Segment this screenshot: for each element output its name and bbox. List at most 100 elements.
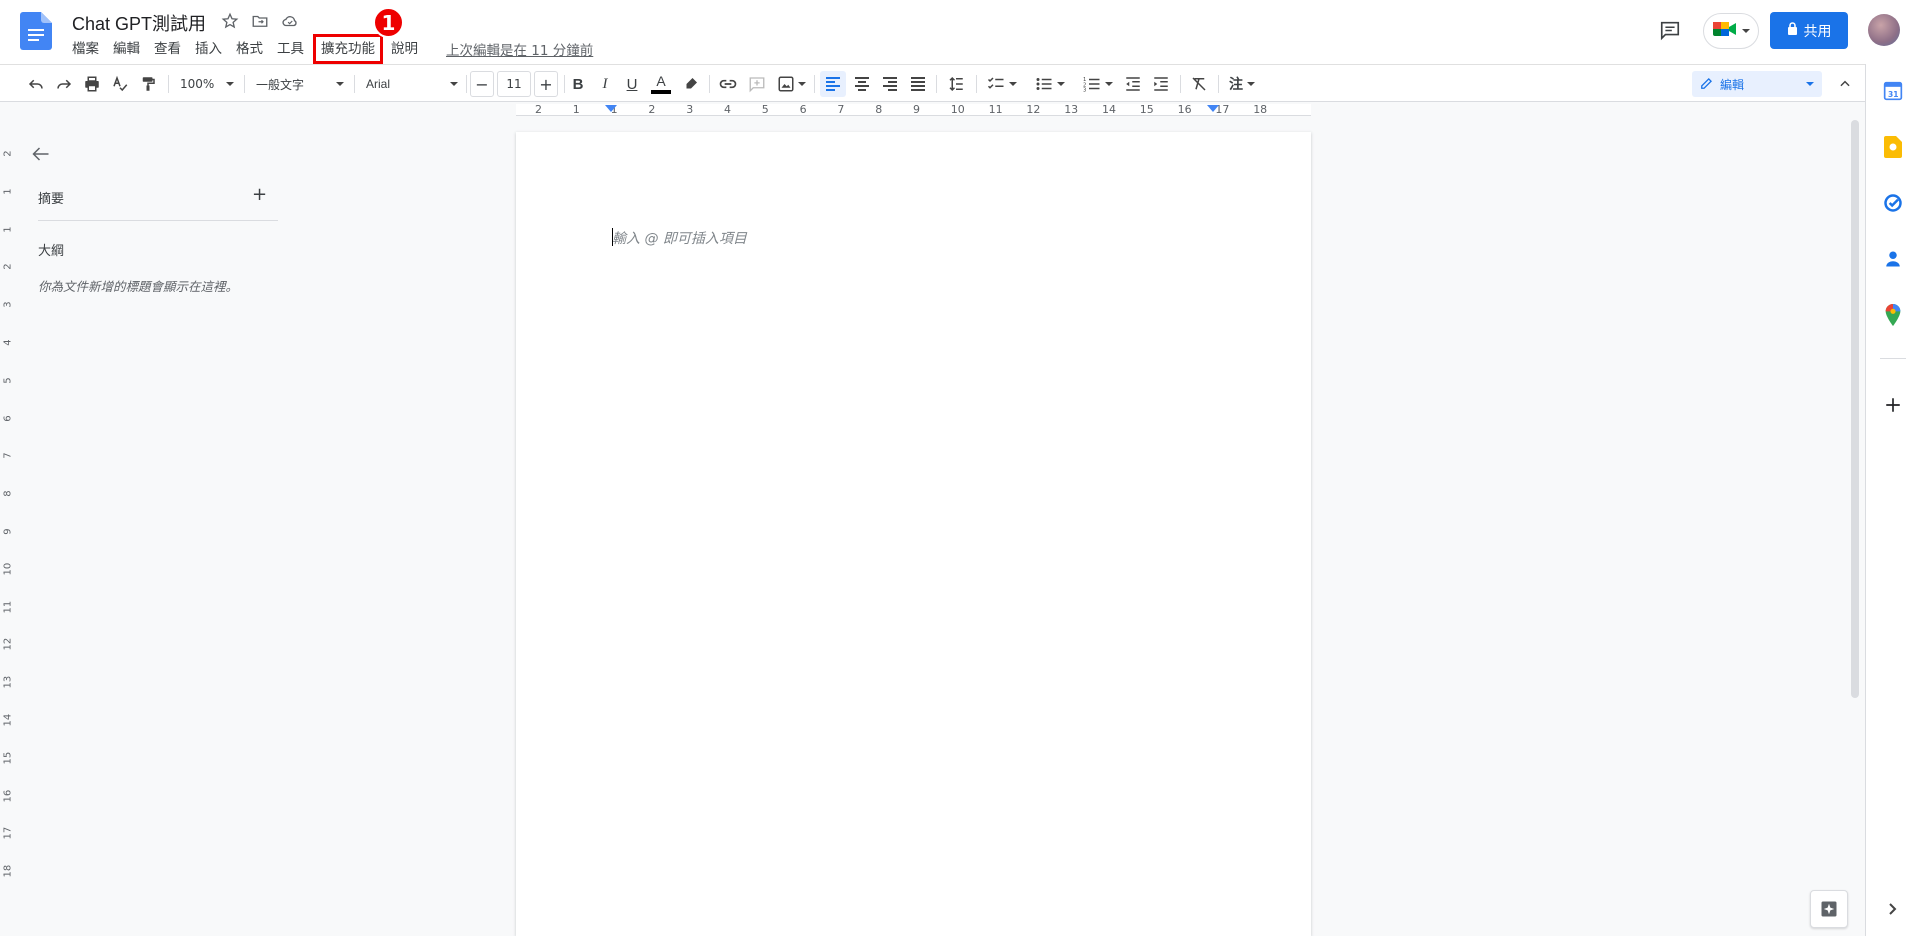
share-button[interactable]: 共用 — [1770, 12, 1848, 49]
align-right-icon[interactable] — [877, 71, 903, 97]
italic-icon[interactable]: I — [593, 71, 617, 97]
tasks-icon[interactable] — [1880, 190, 1906, 216]
ruler-tick-label: 9 — [913, 103, 920, 116]
svg-text:31: 31 — [1888, 90, 1898, 99]
print-icon[interactable] — [80, 71, 104, 97]
star-icon[interactable] — [219, 10, 241, 32]
justify-icon[interactable] — [905, 71, 931, 97]
menu-format[interactable]: 格式 — [236, 38, 263, 60]
vruler-tick-label: 16 — [2, 789, 14, 803]
spellcheck-icon[interactable] — [108, 71, 132, 97]
numbered-list-icon[interactable]: 123 — [1078, 71, 1118, 97]
indent-decrease-icon[interactable] — [1120, 71, 1146, 97]
app-header: Chat GPT測試用 檔案 編輯 查看 插入 格式 工具 擴充功能 說明 1 … — [0, 0, 1920, 64]
vruler-tick-label: 1 — [2, 225, 14, 233]
horizontal-ruler[interactable]: 2 1 1 2 3 4 5 6 7 8 9 10 11 12 13 14 15 16 17 18 — [0, 102, 1865, 118]
ruler-tick-label: 10 — [950, 103, 965, 116]
meet-button[interactable] — [1703, 13, 1759, 49]
menu-file[interactable]: 檔案 — [72, 38, 99, 60]
rail-divider — [1880, 358, 1906, 359]
avatar[interactable] — [1868, 14, 1900, 46]
doc-title[interactable]: Chat GPT測試用 — [72, 10, 206, 36]
align-center-icon[interactable] — [849, 71, 875, 97]
back-arrow-icon[interactable] — [32, 146, 50, 166]
last-edit-link[interactable]: 上次編輯是在 11 分鐘前 — [446, 39, 593, 59]
zoom-select[interactable]: 100% — [176, 71, 238, 97]
bold-icon[interactable]: B — [566, 71, 590, 97]
vruler-tick-label: 8 — [2, 490, 14, 497]
cloud-status-icon[interactable] — [279, 10, 301, 32]
ruler-tick-label: 14 — [1102, 103, 1116, 116]
menu-tools[interactable]: 工具 — [277, 38, 304, 60]
step-badge: 1 — [373, 7, 404, 38]
expand-icon[interactable] — [1880, 896, 1906, 922]
vruler-tick-label: 3 — [2, 301, 14, 308]
menu-insert[interactable]: 插入 — [195, 38, 222, 60]
lock-icon — [1787, 22, 1798, 39]
redo-icon[interactable] — [52, 71, 76, 97]
move-folder-icon[interactable] — [249, 10, 271, 32]
keep-icon[interactable] — [1880, 134, 1906, 160]
ruler-tick-label: 12 — [1026, 103, 1041, 116]
indent-increase-icon[interactable] — [1148, 71, 1174, 97]
svg-text:3: 3 — [1083, 88, 1086, 94]
maps-icon[interactable] — [1880, 302, 1906, 328]
menu-edit[interactable]: 編輯 — [113, 38, 140, 60]
contacts-icon[interactable] — [1880, 246, 1906, 272]
vertical-ruler[interactable]: 2 1 1 2 3 4 5 6 7 8 9 10 11 12 13 14 15 16 17 18 — [0, 118, 16, 936]
right-indent-marker[interactable] — [1207, 105, 1219, 112]
input-tools-icon[interactable]: 注 — [1224, 71, 1260, 97]
menu-bar: 檔案 編輯 查看 插入 格式 工具 擴充功能 說明 — [72, 34, 432, 64]
line-spacing-icon[interactable] — [943, 71, 969, 97]
document-page[interactable]: 輸入 @ 即可插入項目 — [516, 132, 1311, 936]
scrollbar[interactable] — [1851, 120, 1859, 698]
ruler-tick-label: 16 — [1177, 103, 1192, 116]
bullet-list-icon[interactable] — [1030, 71, 1070, 97]
add-icon[interactable] — [1880, 392, 1906, 418]
chevron-down-icon — [797, 82, 806, 86]
undo-icon[interactable] — [24, 71, 48, 97]
chevron-down-icon — [450, 82, 458, 86]
style-select[interactable]: 一般文字 — [252, 71, 348, 97]
explore-button[interactable] — [1810, 890, 1848, 928]
paint-format-icon[interactable] — [136, 71, 160, 97]
ruler-tick-label: 11 — [988, 103, 1003, 116]
align-left-icon[interactable] — [820, 71, 846, 97]
image-icon[interactable] — [774, 71, 808, 97]
menu-view[interactable]: 查看 — [154, 38, 181, 60]
indent-marker[interactable] — [605, 105, 617, 112]
font-size-decrease-button[interactable]: − — [470, 71, 494, 97]
outline-heading: 大綱 — [38, 244, 65, 259]
font-size-input[interactable]: 11 — [497, 71, 531, 97]
divider — [38, 220, 278, 221]
font-size-increase-button[interactable]: + — [534, 71, 558, 97]
chevron-down-icon — [1742, 29, 1750, 33]
text-color-icon[interactable]: A — [649, 71, 673, 97]
font-select[interactable]: Arial — [362, 71, 462, 97]
comment-history-icon[interactable] — [1656, 16, 1684, 44]
docs-logo-icon[interactable] — [20, 12, 52, 50]
comment-add-icon[interactable] — [745, 71, 769, 97]
ruler-tick-label: 5 — [761, 103, 769, 116]
link-icon[interactable] — [716, 71, 740, 97]
page-placeholder: 輸入 @ 即可插入項目 — [612, 231, 747, 247]
vruler-tick-label: 7 — [2, 452, 14, 460]
editing-mode-select[interactable]: 編輯 — [1692, 71, 1822, 97]
menu-help[interactable]: 說明 — [391, 38, 418, 60]
highlight-icon[interactable] — [679, 71, 703, 97]
calendar-icon[interactable]: 31 — [1880, 78, 1906, 104]
collapse-icon[interactable] — [1832, 71, 1858, 97]
menu-extensions[interactable]: 擴充功能 — [321, 38, 375, 60]
underline-icon[interactable]: U — [620, 71, 644, 97]
add-summary-button[interactable]: + — [252, 184, 267, 205]
meet-icon — [1712, 19, 1738, 43]
checklist-icon[interactable] — [982, 71, 1022, 97]
ruler-tick-label: 2 — [648, 103, 656, 116]
vruler-tick-label: 2 — [2, 263, 14, 271]
vruler-tick-label: 1 — [2, 188, 14, 195]
clear-format-icon[interactable] — [1186, 71, 1212, 97]
ruler-tick-label: 2 — [535, 103, 542, 116]
vruler-tick-label: 18 — [2, 864, 14, 878]
chevron-down-icon — [1247, 82, 1255, 86]
menu-extensions-highlight: 擴充功能 — [313, 34, 383, 64]
